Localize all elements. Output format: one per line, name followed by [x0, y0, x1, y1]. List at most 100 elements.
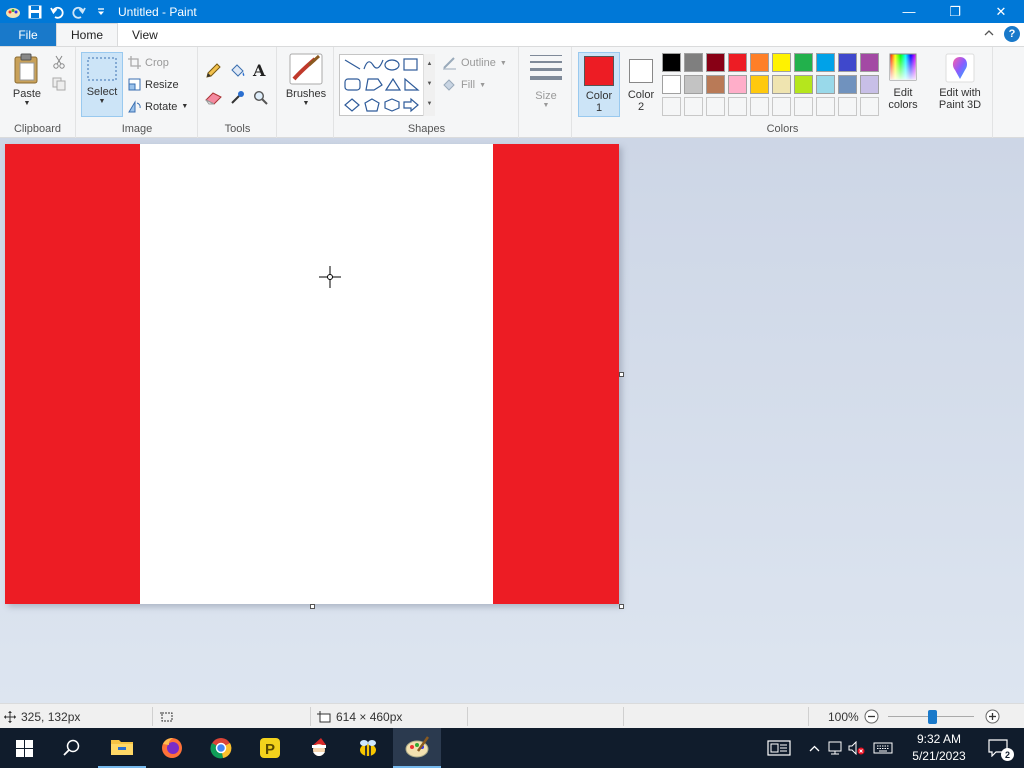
palette-color-swatch[interactable]	[684, 53, 703, 72]
paint3d-label-line1: Edit with	[939, 87, 981, 99]
eraser-icon[interactable]	[205, 91, 222, 105]
zoom-out-icon[interactable]	[864, 709, 879, 724]
palette-color-swatch[interactable]	[750, 75, 769, 94]
collapse-ribbon-chevron-icon[interactable]	[984, 29, 994, 40]
drawing-canvas[interactable]	[5, 144, 619, 604]
taskbar-santa-app[interactable]	[295, 728, 343, 768]
color1-button[interactable]: Color 1	[578, 52, 620, 117]
taskbar-app-p[interactable]: P	[246, 728, 294, 768]
palette-custom-slot[interactable]	[772, 97, 791, 116]
magnifier-icon[interactable]	[253, 90, 268, 105]
save-icon[interactable]	[24, 0, 46, 23]
resize-handle-corner[interactable]	[619, 604, 624, 609]
customize-toolbar-chevron-icon[interactable]	[90, 0, 112, 23]
palette-custom-slot[interactable]	[816, 97, 835, 116]
palette-color-swatch[interactable]	[706, 53, 725, 72]
cut-icon[interactable]	[52, 55, 66, 69]
palette-color-swatch[interactable]	[772, 75, 791, 94]
palette-color-swatch[interactable]	[838, 75, 857, 94]
network-icon[interactable]	[824, 741, 846, 755]
minimize-button[interactable]: —	[886, 0, 932, 23]
tab-home[interactable]: Home	[56, 23, 119, 46]
fill-button[interactable]: Fill ▼	[442, 78, 486, 92]
status-bar: 325, 132px 614 × 460px 100%	[0, 703, 1024, 728]
palette-custom-slot[interactable]	[662, 97, 681, 116]
palette-color-swatch[interactable]	[794, 75, 813, 94]
scroll-up-icon[interactable]: ▲	[427, 61, 433, 67]
pencil-icon[interactable]	[205, 63, 221, 79]
taskbar-firefox[interactable]	[148, 728, 196, 768]
palette-custom-slot[interactable]	[728, 97, 747, 116]
taskbar-chrome[interactable]	[197, 728, 245, 768]
palette-color-swatch[interactable]	[662, 75, 681, 94]
resize-handle-right[interactable]	[619, 372, 624, 377]
brushes-button[interactable]: Brushes ▼	[283, 53, 329, 107]
show-hidden-icons-chevron-icon[interactable]	[804, 745, 824, 752]
edit-with-paint3d-button[interactable]: Edit with Paint 3D	[934, 53, 986, 111]
palette-color-swatch[interactable]	[706, 75, 725, 94]
fill-dropdown-icon: ▼	[479, 81, 486, 89]
notifications-icon: 2	[988, 739, 1014, 761]
crop-button[interactable]: Crop	[128, 56, 169, 69]
palette-custom-slot[interactable]	[860, 97, 879, 116]
taskbar-paint[interactable]	[393, 728, 441, 768]
palette-custom-slot[interactable]	[794, 97, 813, 116]
notification-center-button[interactable]: 2	[978, 728, 1018, 768]
copy-icon[interactable]	[52, 77, 66, 91]
help-icon[interactable]: ?	[1004, 26, 1020, 42]
taskbar-file-explorer[interactable]	[98, 728, 146, 768]
volume-muted-icon[interactable]	[846, 741, 868, 755]
palette-color-swatch[interactable]	[728, 75, 747, 94]
text-tool-icon[interactable]: A	[253, 61, 265, 80]
palette-custom-slot[interactable]	[706, 97, 725, 116]
palette-color-swatch[interactable]	[750, 53, 769, 72]
select-button[interactable]: Select ▼	[81, 52, 123, 117]
color-picker-icon[interactable]	[230, 90, 245, 105]
palette-color-swatch[interactable]	[860, 53, 879, 72]
close-button[interactable]: ✕	[978, 0, 1024, 23]
zoom-slider-thumb[interactable]	[928, 710, 937, 724]
shapes-expand-icon[interactable]: ▼	[427, 101, 433, 107]
taskbar-bee-app[interactable]	[344, 728, 392, 768]
undo-icon[interactable]	[46, 0, 68, 23]
tab-file[interactable]: File	[0, 23, 56, 46]
outline-button[interactable]: Outline ▼	[442, 56, 507, 70]
palette-color-swatch[interactable]	[684, 75, 703, 94]
palette-custom-slot[interactable]	[750, 97, 769, 116]
edit-colors-button[interactable]: Edit colors	[883, 53, 923, 111]
santa-icon	[312, 738, 326, 756]
rotate-button[interactable]: Rotate ▼	[128, 100, 188, 113]
news-widget-icon[interactable]	[764, 740, 794, 756]
palette-color-swatch[interactable]	[662, 53, 681, 72]
scroll-down-icon[interactable]: ▼	[427, 81, 433, 87]
resize-button[interactable]: Resize	[128, 78, 179, 91]
palette-color-swatch[interactable]	[816, 53, 835, 72]
size-button[interactable]: Size ▼	[526, 53, 566, 109]
shapes-gallery	[339, 54, 435, 116]
zoom-in-icon[interactable]	[985, 709, 1000, 724]
redo-icon[interactable]	[68, 0, 90, 23]
canvas-workspace[interactable]	[0, 138, 1024, 703]
palette-color-swatch[interactable]	[838, 53, 857, 72]
paste-button[interactable]: Paste ▼	[8, 53, 46, 107]
color2-button[interactable]: Color 2	[623, 55, 659, 113]
resize-handle-bottom[interactable]	[310, 604, 315, 609]
shapes-scroll[interactable]: ▲ ▼ ▼	[423, 54, 435, 116]
palette-color-swatch[interactable]	[728, 53, 747, 72]
palette-custom-slot[interactable]	[838, 97, 857, 116]
select-label: Select	[86, 86, 118, 98]
taskbar-search-button[interactable]	[48, 728, 96, 768]
palette-color-swatch[interactable]	[860, 75, 879, 94]
palette-custom-slot[interactable]	[684, 97, 703, 116]
tab-view[interactable]: View	[118, 23, 172, 46]
start-button[interactable]	[0, 728, 48, 768]
palette-color-swatch[interactable]	[794, 53, 813, 72]
maximize-button[interactable]: ❐	[932, 0, 978, 23]
palette-color-swatch[interactable]	[772, 53, 791, 72]
ribbon: Paste ▼ Clipboard Select ▼ Crop Resize R…	[0, 46, 1024, 138]
zoom-slider[interactable]	[888, 710, 974, 724]
taskbar-clock[interactable]: 9:32 AM 5/21/2023	[906, 731, 972, 765]
keyboard-icon[interactable]	[868, 742, 898, 754]
palette-color-swatch[interactable]	[816, 75, 835, 94]
fill-bucket-icon[interactable]	[229, 63, 246, 79]
